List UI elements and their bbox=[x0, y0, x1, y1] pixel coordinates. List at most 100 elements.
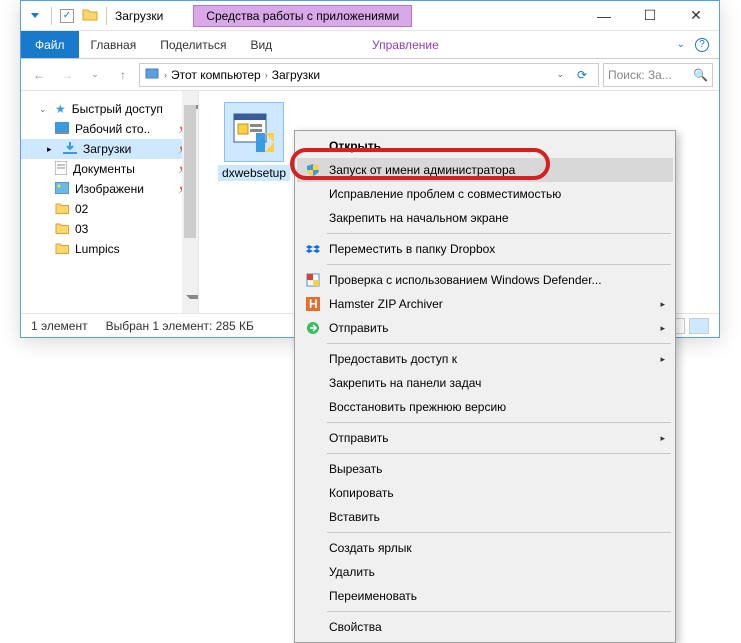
item-count: 1 элемент bbox=[31, 319, 88, 333]
ctx-label: Проверка с использованием Windows Defend… bbox=[329, 273, 602, 287]
pictures-icon bbox=[55, 182, 69, 197]
sidebar-quick-access[interactable]: ⌄ ★ Быстрый доступ bbox=[21, 99, 198, 119]
ctx-send-to-1[interactable]: Отправить ▸ bbox=[297, 316, 673, 340]
minimize-button[interactable]: — bbox=[581, 2, 627, 30]
address-input[interactable]: › Этот компьютер › Загрузки ⌄ ⟳ bbox=[139, 63, 599, 87]
chevron-down-icon[interactable]: ⌄ bbox=[39, 104, 47, 115]
nav-pane: ⌄ ★ Быстрый доступ Рабочий сто.. 📌 ▸ Заг… bbox=[21, 91, 199, 313]
sidebar-desktop[interactable]: Рабочий сто.. 📌 bbox=[21, 119, 198, 139]
desktop-icon bbox=[55, 122, 69, 137]
sidebar-pictures[interactable]: Изображени 📌 bbox=[21, 179, 198, 199]
address-dropdown-icon[interactable]: ⌄ bbox=[556, 69, 564, 80]
chevron-right-icon: ▸ bbox=[660, 323, 665, 334]
down-arrow-icon[interactable] bbox=[27, 8, 43, 24]
folder-icon bbox=[144, 66, 160, 83]
chevron-right-icon[interactable]: › bbox=[164, 70, 167, 80]
separator bbox=[327, 343, 671, 344]
titlebar: ✓ Загрузки Средства работы с приложениям… bbox=[21, 1, 719, 31]
recent-dropdown[interactable]: ⌄ bbox=[83, 63, 107, 87]
svg-text:H: H bbox=[309, 297, 318, 311]
ribbon-home-tab[interactable]: Главная bbox=[79, 31, 149, 58]
context-menu: Открыть Запуск от имени администратора И… bbox=[294, 130, 676, 643]
ctx-paste[interactable]: Вставить bbox=[297, 505, 673, 529]
chevron-right-icon: ▸ bbox=[660, 354, 665, 365]
ctx-label: Свойства bbox=[329, 620, 382, 634]
sidebar-scrollbar[interactable] bbox=[182, 91, 198, 313]
back-button[interactable]: ← bbox=[27, 63, 51, 87]
ctx-troubleshoot-compat[interactable]: Исправление проблем с совместимостью bbox=[297, 182, 673, 206]
window-controls: — ☐ ✕ bbox=[581, 2, 719, 30]
ribbon-context-tab[interactable]: Средства работы с приложениями bbox=[193, 5, 412, 27]
forward-button[interactable]: → bbox=[55, 63, 79, 87]
sidebar-label: Загрузки bbox=[83, 142, 131, 156]
dropbox-icon bbox=[305, 241, 321, 257]
ribbon-file-tab[interactable]: Файл bbox=[21, 31, 79, 58]
sidebar-label: Изображени bbox=[75, 182, 144, 196]
shield-icon bbox=[305, 162, 321, 178]
ctx-hamster-zip[interactable]: H Hamster ZIP Archiver ▸ bbox=[297, 292, 673, 316]
separator bbox=[327, 532, 671, 533]
separator bbox=[327, 422, 671, 423]
chevron-right-icon: ▸ bbox=[660, 299, 665, 310]
sidebar-folder-03[interactable]: 03 bbox=[21, 219, 198, 239]
ctx-label: Закрепить на панели задач bbox=[329, 376, 481, 390]
ctx-label: Закрепить на начальном экране bbox=[329, 211, 509, 225]
ctx-label: Отправить bbox=[329, 431, 389, 445]
sidebar-folder-02[interactable]: 02 bbox=[21, 199, 198, 219]
ribbon-share-tab[interactable]: Поделиться bbox=[148, 31, 238, 58]
sidebar-label: Быстрый доступ bbox=[72, 102, 163, 116]
sidebar-label: Рабочий сто.. bbox=[75, 122, 150, 136]
ctx-rename[interactable]: Переименовать bbox=[297, 584, 673, 608]
ribbon-manage-tab[interactable]: Управление bbox=[360, 31, 451, 58]
chevron-right-icon[interactable]: › bbox=[265, 70, 268, 80]
chevron-right-icon[interactable]: ▸ bbox=[47, 144, 55, 155]
up-button[interactable]: ↑ bbox=[111, 63, 135, 87]
ctx-properties[interactable]: Свойства bbox=[297, 615, 673, 639]
chevron-down-icon[interactable]: ⌄ bbox=[677, 39, 685, 50]
folder-icon bbox=[82, 7, 98, 24]
sidebar-label: Lumpics bbox=[75, 242, 120, 256]
chevron-right-icon: ▸ bbox=[660, 433, 665, 444]
sidebar-label: 03 bbox=[75, 222, 88, 236]
separator bbox=[327, 264, 671, 265]
sidebar-downloads[interactable]: ▸ Загрузки 📌 bbox=[21, 139, 198, 159]
sidebar-folder-lumpics[interactable]: Lumpics bbox=[21, 239, 198, 259]
search-icon: 🔍 bbox=[693, 68, 708, 82]
folder-icon bbox=[55, 222, 69, 237]
ctx-label: Создать ярлык bbox=[329, 541, 412, 555]
breadcrumb-this-pc[interactable]: Этот компьютер bbox=[171, 68, 261, 82]
ctx-open[interactable]: Открыть bbox=[297, 134, 673, 158]
ctx-label: Удалить bbox=[329, 565, 375, 579]
ctx-copy[interactable]: Копировать bbox=[297, 481, 673, 505]
ctx-pin-taskbar[interactable]: Закрепить на панели задач bbox=[297, 371, 673, 395]
ctx-pin-start[interactable]: Закрепить на начальном экране bbox=[297, 206, 673, 230]
ctx-defender-scan[interactable]: Проверка с использованием Windows Defend… bbox=[297, 268, 673, 292]
help-icon[interactable]: ? bbox=[695, 38, 709, 52]
icons-view-button[interactable] bbox=[689, 318, 709, 334]
maximize-button[interactable]: ☐ bbox=[627, 2, 673, 30]
ctx-give-access[interactable]: Предоставить доступ к ▸ bbox=[297, 347, 673, 371]
checkbox-icon[interactable]: ✓ bbox=[60, 9, 74, 23]
separator bbox=[106, 7, 107, 25]
ctx-label: Предоставить доступ к bbox=[329, 352, 457, 366]
ctx-label: Открыть bbox=[329, 139, 381, 153]
separator bbox=[327, 233, 671, 234]
ctx-move-dropbox[interactable]: Переместить в папку Dropbox bbox=[297, 237, 673, 261]
ctx-restore-version[interactable]: Восстановить прежнюю версию bbox=[297, 395, 673, 419]
star-icon: ★ bbox=[55, 102, 66, 116]
search-input[interactable]: Поиск: За... 🔍 bbox=[603, 63, 713, 87]
ctx-run-as-admin[interactable]: Запуск от имени администратора bbox=[297, 158, 673, 182]
sidebar-documents[interactable]: Документы 📌 bbox=[21, 159, 198, 179]
close-button[interactable]: ✕ bbox=[673, 2, 719, 30]
selection-info: Выбран 1 элемент: 285 КБ bbox=[106, 319, 254, 333]
ctx-delete[interactable]: Удалить bbox=[297, 560, 673, 584]
ctx-create-shortcut[interactable]: Создать ярлык bbox=[297, 536, 673, 560]
refresh-button[interactable]: ⟳ bbox=[570, 68, 594, 82]
file-item-dxwebsetup[interactable]: dxwebsetup bbox=[211, 103, 297, 181]
file-name: dxwebsetup bbox=[218, 165, 290, 181]
ctx-send-to-2[interactable]: Отправить ▸ bbox=[297, 426, 673, 450]
ctx-label: Исправление проблем с совместимостью bbox=[329, 187, 561, 201]
ribbon-view-tab[interactable]: Вид bbox=[238, 31, 284, 58]
breadcrumb-downloads[interactable]: Загрузки bbox=[272, 68, 320, 82]
ctx-cut[interactable]: Вырезать bbox=[297, 457, 673, 481]
